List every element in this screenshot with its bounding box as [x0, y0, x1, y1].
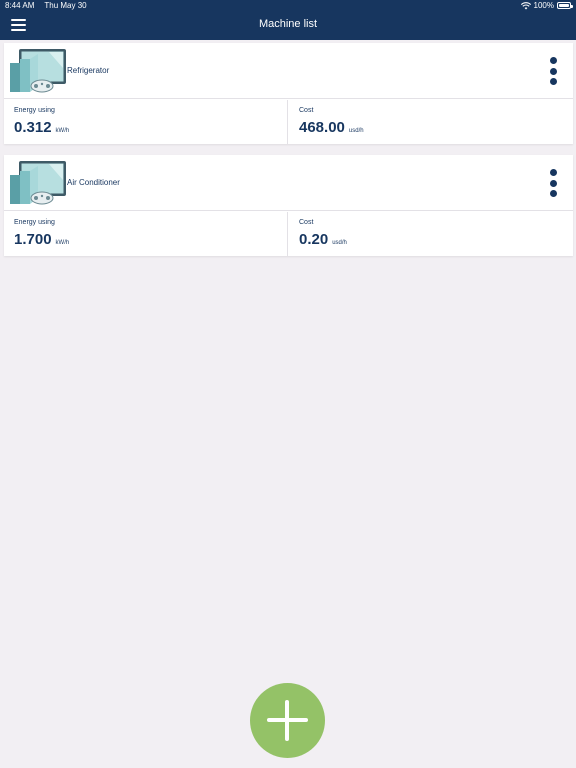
cost-metric: Cost 468.00 usd/h — [289, 100, 573, 144]
battery-icon — [557, 2, 573, 9]
energy-unit: kW/h — [55, 240, 70, 246]
cost-metric: Cost 0.20 usd/h — [289, 212, 573, 256]
energy-metric: Energy using 1.700 kW/h — [4, 212, 288, 256]
status-bar-left: 8:44 AM Thu May 30 — [5, 1, 87, 10]
status-bar-right: 100% — [520, 1, 573, 10]
energy-value: 0.312 — [14, 119, 52, 136]
energy-label: Energy using — [14, 219, 55, 226]
energy-metric: Energy using 0.312 kW/h — [4, 100, 288, 144]
cost-value: 468.00 — [299, 119, 345, 136]
machine-thumbnail-icon — [10, 161, 66, 205]
cost-unit: usd/h — [332, 240, 347, 246]
cost-unit: usd/h — [348, 128, 364, 134]
energy-unit: kW/h — [55, 128, 70, 134]
status-date: Thu May 30 — [44, 1, 87, 10]
navigation-bar: 8:44 AM Thu May 30 100% Machine list — [0, 0, 576, 40]
machine-name: Air Conditioner — [67, 178, 120, 187]
energy-value: 1.700 — [14, 231, 52, 248]
machine-card-header[interactable]: Refrigerator — [4, 43, 573, 99]
add-machine-button[interactable] — [250, 683, 325, 758]
machine-name: Refrigerator — [67, 66, 110, 75]
energy-label: Energy using — [14, 107, 55, 114]
battery-percent: 100% — [533, 1, 554, 10]
machine-card-refrigerator[interactable]: Refrigerator Energy using 0.312 kW/h Cos… — [4, 43, 573, 144]
cost-value: 0.20 — [299, 231, 329, 248]
machine-card-air-conditioner[interactable]: Air Conditioner Energy using 1.700 kW/h … — [4, 155, 573, 256]
cost-label: Cost — [299, 107, 314, 114]
machine-thumbnail-icon — [10, 49, 66, 93]
machine-card-header[interactable]: Air Conditioner — [4, 155, 573, 211]
more-vertical-icon[interactable] — [549, 169, 557, 197]
wifi-icon — [520, 1, 531, 9]
more-vertical-icon[interactable] — [549, 57, 557, 85]
status-time: 8:44 AM — [5, 1, 35, 10]
page-title: Machine list — [258, 18, 318, 30]
cost-label: Cost — [299, 219, 314, 226]
